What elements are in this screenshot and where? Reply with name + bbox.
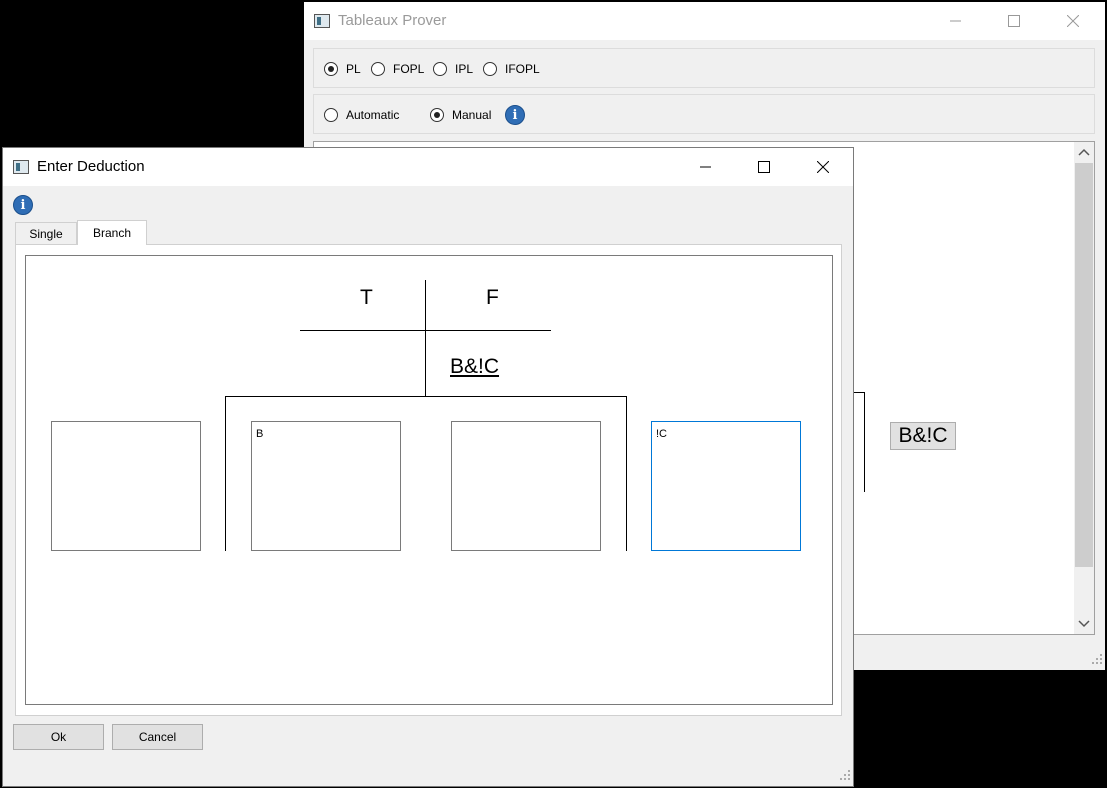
- left-branch-true-input[interactable]: [51, 421, 201, 551]
- maximize-icon[interactable]: [1000, 7, 1028, 35]
- header-true: T: [360, 286, 373, 309]
- resize-grip-icon[interactable]: [840, 769, 850, 783]
- app-icon: [13, 160, 29, 174]
- scroll-down-icon[interactable]: [1078, 618, 1090, 632]
- ok-button-label: Ok: [50, 730, 67, 744]
- tab-branch-label: Branch: [92, 226, 132, 240]
- tf-horizontal-line: [300, 330, 551, 331]
- branch-left-line: [225, 396, 226, 551]
- right-branch-true-input[interactable]: [451, 421, 601, 551]
- main-titlebar[interactable]: Tableaux Prover: [304, 2, 1105, 40]
- radio-ipl-label: IPL: [455, 62, 474, 76]
- radio-pl[interactable]: [324, 62, 338, 76]
- logic-group: PL FOPL IPL IFOPL: [313, 48, 1095, 88]
- close-icon[interactable]: [1059, 7, 1087, 35]
- resize-grip-icon[interactable]: [1092, 653, 1102, 667]
- radio-manual[interactable]: [430, 108, 444, 122]
- minimize-icon[interactable]: [942, 7, 970, 35]
- tab-single-label: Single: [29, 226, 63, 241]
- scrollbar-thumb[interactable]: [1075, 163, 1093, 567]
- minimize-icon[interactable]: [692, 153, 720, 181]
- app-icon: [314, 14, 330, 28]
- radio-manual-label: Manual: [452, 108, 492, 122]
- maximize-icon[interactable]: [750, 153, 778, 181]
- close-icon[interactable]: [809, 153, 837, 181]
- vertical-scrollbar[interactable]: [1074, 142, 1094, 634]
- canvas-formula[interactable]: B&!C: [890, 422, 956, 450]
- tf-vertical-line: [425, 280, 426, 396]
- tab-single[interactable]: Single: [15, 222, 77, 244]
- tab-panel: T F B&!C B !C: [15, 244, 842, 716]
- radio-ifopl[interactable]: [483, 62, 497, 76]
- formula-label: B&!C: [450, 355, 500, 378]
- dialog-title: Enter Deduction: [37, 158, 145, 175]
- mode-group: Automatic Manual i: [313, 94, 1095, 134]
- radio-automatic-label: Automatic: [346, 108, 400, 122]
- deduction-area: T F B&!C B !C: [25, 255, 833, 705]
- right-branch-false-input[interactable]: !C: [651, 421, 801, 551]
- radio-fopl-label: FOPL: [393, 62, 425, 76]
- tab-branch[interactable]: Branch: [77, 220, 147, 245]
- radio-fopl[interactable]: [371, 62, 385, 76]
- tree-branch-line: [864, 392, 865, 492]
- scroll-up-icon[interactable]: [1078, 146, 1090, 160]
- radio-ifopl-label: IFOPL: [505, 62, 540, 76]
- info-icon[interactable]: i: [505, 105, 525, 125]
- left-branch-false-input[interactable]: B: [251, 421, 401, 551]
- info-icon[interactable]: i: [13, 195, 33, 215]
- branch-right-line: [626, 396, 627, 551]
- ok-button[interactable]: Ok: [13, 724, 104, 750]
- radio-pl-label: PL: [346, 62, 361, 76]
- radio-ipl[interactable]: [433, 62, 447, 76]
- branch-horizontal-line: [225, 396, 627, 397]
- main-window-title: Tableaux Prover: [338, 12, 447, 29]
- header-false: F: [486, 286, 499, 309]
- enter-deduction-dialog: Enter Deduction i Single Branch T F B&!C: [2, 147, 854, 787]
- cancel-button[interactable]: Cancel: [112, 724, 203, 750]
- cancel-button-label: Cancel: [138, 730, 177, 744]
- dialog-titlebar[interactable]: Enter Deduction: [3, 148, 853, 186]
- radio-automatic[interactable]: [324, 108, 338, 122]
